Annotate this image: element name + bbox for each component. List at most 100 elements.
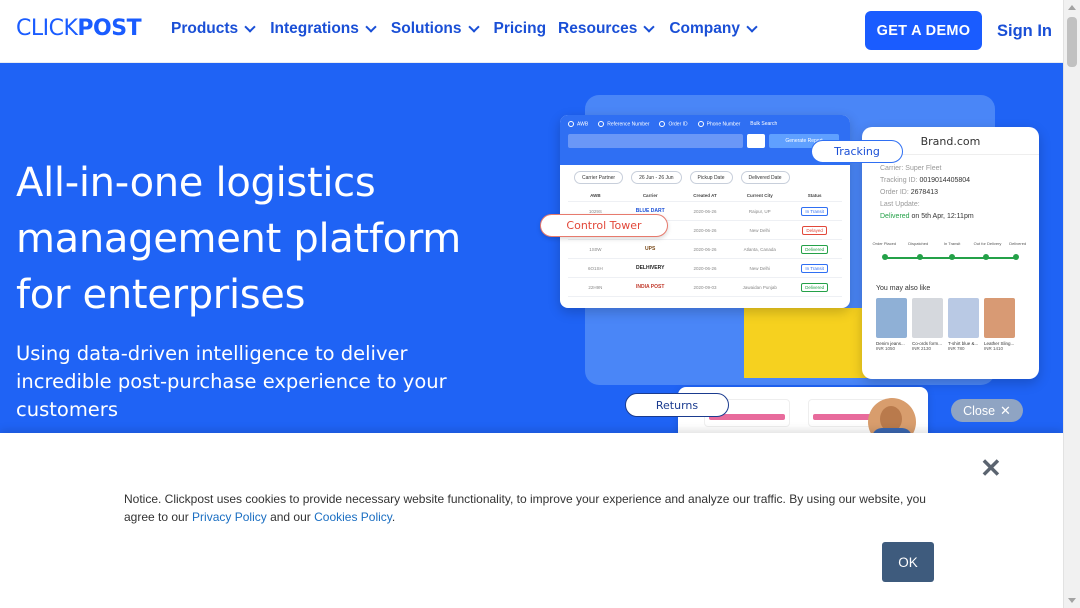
cell: Delivered	[787, 244, 842, 254]
cookie-ok-button[interactable]: OK	[882, 542, 934, 582]
step-label: Order Placed	[872, 241, 897, 246]
cell: New Delhi	[749, 227, 771, 233]
hero-title: All-in-one logistics management platform…	[16, 155, 516, 323]
hero-title-line: management platform	[16, 216, 461, 262]
product-card: Co-ords form... INR 2130	[912, 298, 943, 351]
cookie-banner: ✕ Notice. Clickpost uses cookies to prov…	[0, 433, 1063, 608]
brand-tracking-card: Brand.com Carrier: Super Fleet Tracking …	[862, 127, 1039, 379]
carrier-line: Carrier: Super Fleet	[880, 165, 942, 172]
filter-chip: 26 Jun - 26 Jun	[631, 171, 682, 184]
status-badge: Delivered	[801, 282, 829, 292]
search-panel: AWB Reference Number Order ID Phone Numb…	[560, 115, 850, 165]
cell: In Transit	[787, 263, 842, 273]
radio-icon	[697, 121, 704, 127]
cell: 2020-06-26	[693, 208, 717, 214]
close-icon[interactable]: ✕	[980, 455, 1002, 481]
search-tabs: AWB Reference Number Order ID Phone Numb…	[568, 121, 842, 127]
hero-subtitle-line: Using data-driven intelligence to delive…	[16, 342, 408, 365]
product-image	[912, 298, 943, 338]
page-scrollbar[interactable]	[1063, 0, 1080, 608]
cell: Delivered	[787, 282, 842, 292]
delivered-line: Delivered on 5th Apr, 12:11pm	[880, 211, 1021, 223]
order-id-label: Order ID:	[880, 189, 909, 196]
cell: 2020-06-26	[693, 246, 717, 252]
radio-icon	[598, 121, 605, 127]
hero-title-line: All-in-one logistics	[16, 160, 376, 206]
nav-products[interactable]: Products	[171, 20, 256, 38]
scroll-up-arrow-icon[interactable]	[1068, 5, 1076, 10]
search-icon	[747, 134, 765, 149]
filter-chip: Pickup Date	[689, 171, 733, 184]
nav-integrations[interactable]: Integrations	[270, 20, 377, 38]
tab-phone: Phone Number	[697, 121, 740, 127]
privacy-policy-link[interactable]: Privacy Policy	[192, 510, 267, 524]
cookies-policy-link[interactable]: Cookies Policy	[314, 510, 392, 524]
chevron-down-icon	[244, 21, 256, 33]
tab-label: AWB	[577, 121, 589, 128]
filter-row: Carrier Partner 26 Jun - 26 Jun Pickup D…	[560, 165, 850, 190]
step-label: In Transit	[943, 241, 961, 246]
close-label: Close	[963, 403, 996, 418]
cell: Raipur, UP	[748, 208, 771, 214]
step-label: Dispatched	[908, 241, 929, 246]
column-header: Current City	[746, 193, 773, 198]
column-header: Status	[807, 193, 822, 198]
cell: New Delhi	[749, 265, 771, 271]
logo-text-bold: POST	[77, 16, 142, 41]
product-image	[948, 298, 979, 338]
tab-reference: Reference Number	[598, 121, 649, 127]
tracking-id-label: Tracking ID:	[880, 177, 918, 184]
step-dot	[983, 254, 989, 260]
tab-label: Reference Number	[607, 121, 650, 128]
cell: 22H9N	[588, 284, 603, 290]
hero-subtitle: Using data-driven intelligence to delive…	[16, 340, 486, 424]
table-header: AWB Carrier Created AT Current City Stat…	[568, 190, 842, 202]
nav-label: Pricing	[493, 20, 547, 37]
nav-resources[interactable]: Resources	[558, 20, 655, 38]
recommended-products: Denim jeans... INR 1050 Co-ords form... IN…	[862, 292, 1039, 351]
scroll-down-arrow-icon[interactable]	[1068, 598, 1076, 603]
nav-solutions[interactable]: Solutions	[391, 20, 480, 38]
scrollbar-thumb[interactable]	[1067, 17, 1077, 67]
control-tower-card: AWB Reference Number Order ID Phone Numb…	[560, 115, 850, 308]
hero-subtitle-line: incredible post-purchase experience to y…	[16, 370, 447, 393]
carrier-logo: UPS	[645, 246, 656, 252]
tracking-progress: Order Placed Dispatched In Transit Out f…	[872, 241, 1027, 271]
close-illustration-button[interactable]: Close ✕	[951, 399, 1023, 422]
cell: 6O1SH	[588, 265, 603, 271]
hero-subtitle-line: customers	[16, 398, 118, 421]
column-header: Created AT	[693, 193, 717, 198]
close-icon: ✕	[1000, 402, 1011, 418]
clickpost-logo[interactable]: CLICKPOST	[16, 16, 142, 41]
table-row: 6O1SH DELHIVERY 2020-06-26 New Delhi In …	[568, 259, 842, 278]
also-like-heading: You may also like	[876, 285, 931, 292]
search-row: Generate Report	[568, 134, 842, 149]
nav-pricing[interactable]: Pricing	[494, 20, 547, 38]
nav-label: Products	[171, 20, 239, 37]
product-price: INR 780	[948, 346, 965, 351]
product-card: Leather Sling... INR 1410	[984, 298, 1015, 351]
cell: 2020-06-26	[693, 227, 717, 233]
delivered-time: on 5th Apr, 12:11pm	[911, 213, 974, 220]
tracking-label: Tracking	[811, 140, 903, 163]
step-label: Delivered	[1009, 241, 1027, 246]
product-card: T-shirt blue &... INR 780	[948, 298, 979, 351]
cell: Jawaidan Punjab	[742, 284, 777, 290]
order-id-line: Order ID: 2678413	[880, 187, 1021, 199]
chevron-down-icon	[365, 21, 377, 33]
cookie-notice-text: Notice. Clickpost uses cookies to provid…	[124, 490, 944, 526]
tab-awb: AWB	[568, 121, 588, 127]
logo-text-thin: CLICK	[16, 16, 78, 41]
nav-label: Resources	[558, 20, 638, 37]
step-dot	[882, 254, 888, 260]
column-header: Carrier	[642, 193, 658, 198]
table-row: 22H9N INDIA POST 2020-09-03 Jawaidan Pun…	[568, 278, 842, 297]
tab-label: Order ID	[668, 121, 688, 128]
nav-label: Integrations	[270, 20, 359, 37]
sign-in-link[interactable]: Sign In	[997, 22, 1052, 41]
tracking-id-value: 0019014405804	[919, 177, 971, 184]
cell: 2020-09-03	[693, 284, 717, 290]
get-a-demo-button[interactable]: GET A DEMO	[865, 11, 982, 50]
main-nav: Products Integrations Solutions Pricing …	[171, 20, 772, 38]
nav-company[interactable]: Company	[669, 20, 758, 38]
